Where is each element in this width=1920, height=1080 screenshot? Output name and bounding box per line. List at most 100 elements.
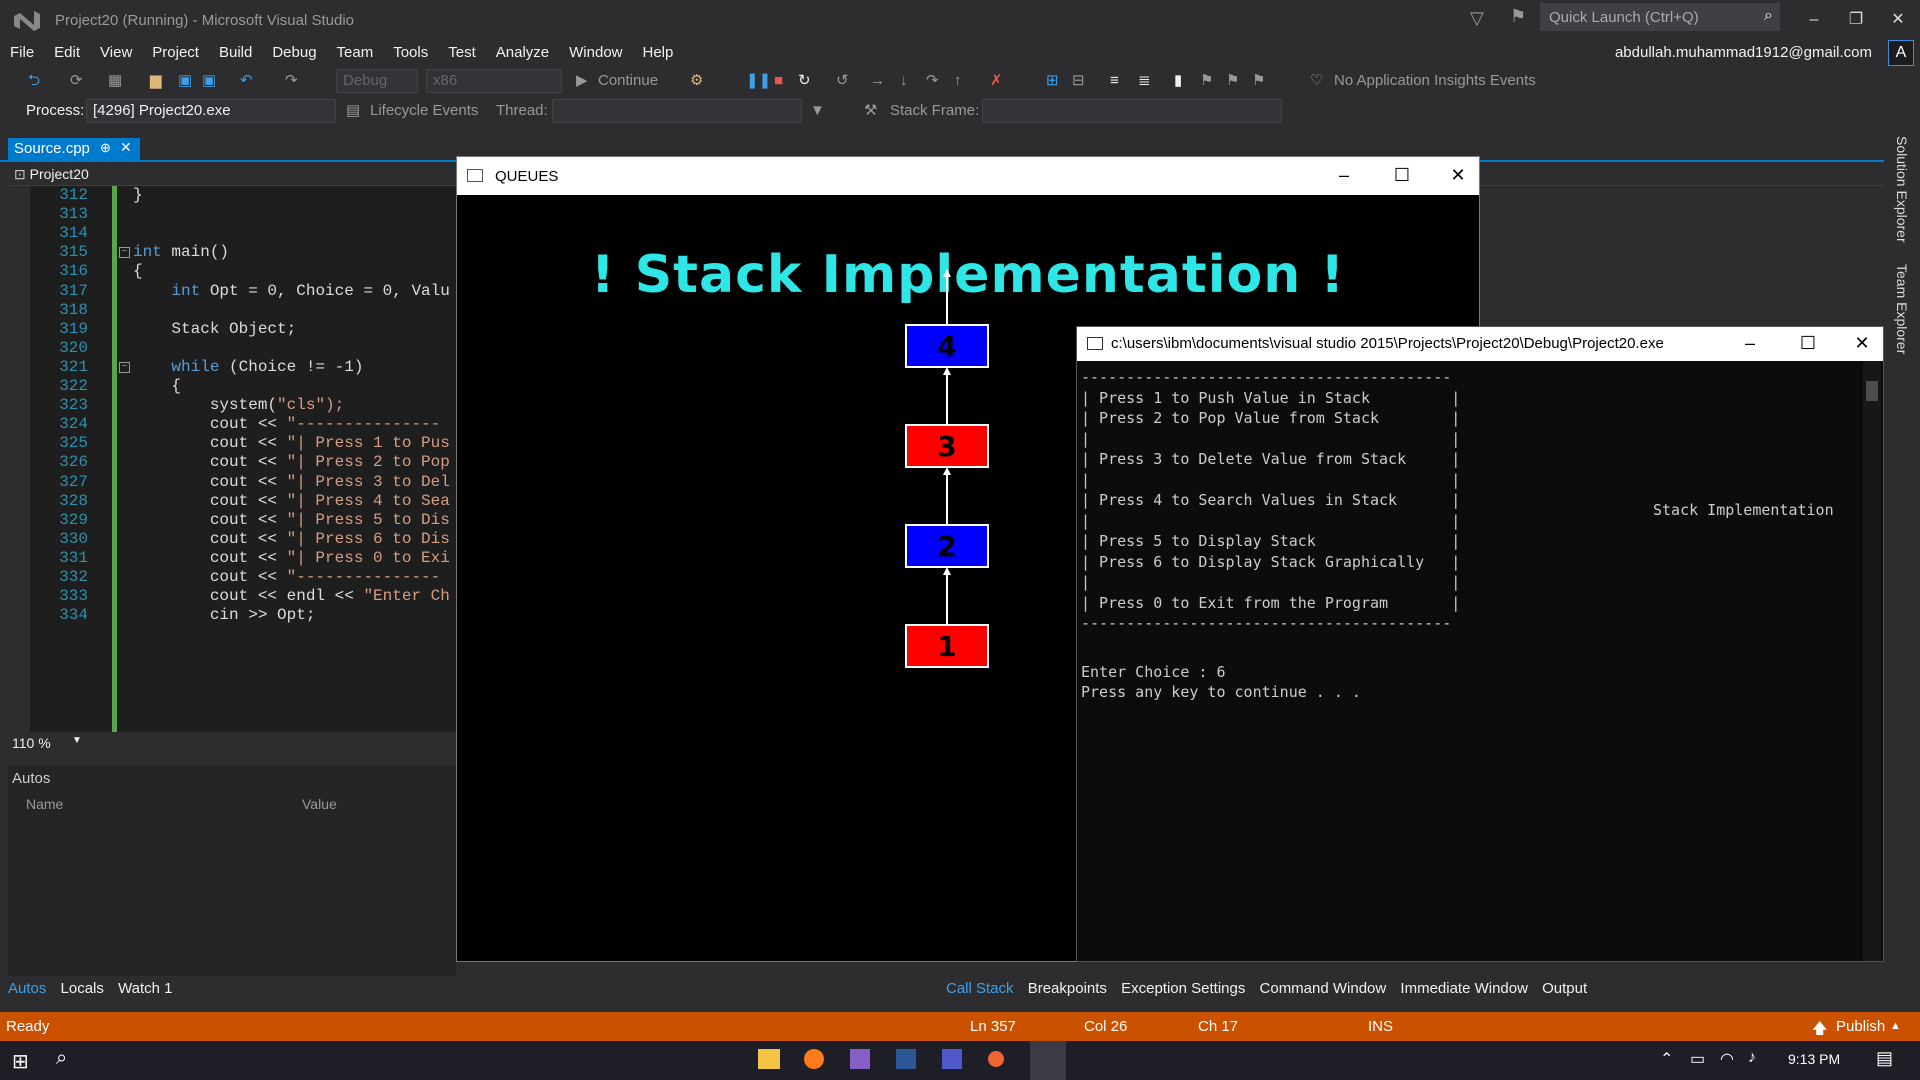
tab-command-window[interactable]: Command Window [1260,980,1387,997]
show-next-statement-icon[interactable]: ↺ [836,68,849,94]
menu-debug[interactable]: Debug [262,42,326,64]
uncomment-icon[interactable]: ≣ [1138,68,1151,94]
zoom-dropdown-icon[interactable]: ▼ [72,735,82,746]
app-icon[interactable] [988,1051,1004,1067]
save-all-icon[interactable]: ▣ [202,68,216,94]
attach-icon[interactable]: ⚙ [690,68,703,94]
value-column-header[interactable]: Value [302,796,337,812]
wifi-icon[interactable]: ◠ [1720,1049,1734,1069]
search-icon[interactable]: ⌕ [56,1047,67,1070]
console-maximize-button[interactable]: ☐ [1785,333,1831,357]
configuration-dropdown[interactable]: Debug [336,69,418,93]
threads-icon[interactable]: ⊟ [1072,68,1085,94]
stop-icon[interactable]: ■ [774,68,783,94]
forward-icon[interactable]: ⟳ [70,68,83,94]
redo-icon[interactable]: ↷ [285,68,298,94]
stack-frame-dropdown[interactable] [982,99,1282,123]
team-explorer-tab[interactable]: Team Explorer [1894,264,1910,354]
word-icon[interactable] [896,1049,916,1069]
active-app-icon[interactable] [1030,1041,1066,1080]
queues-close-button[interactable]: ✕ [1435,165,1481,189]
collapse-outline-icon[interactable]: − [119,247,130,259]
step-out-icon[interactable]: ↷ [926,68,939,94]
lifecycle-events-dropdown[interactable]: Lifecycle Events [370,98,478,124]
save-icon[interactable]: ▣ [178,68,192,94]
hex-display-icon[interactable]: ⊞ [1046,68,1059,94]
zoom-level[interactable]: 110 % [12,735,51,751]
console-title-bar[interactable]: c:\users\ibm\documents\visual studio 201… [1077,327,1883,361]
tab-breakpoints[interactable]: Breakpoints [1028,980,1107,997]
publish-button[interactable]: Publish [1836,1018,1885,1035]
scrollbar-thumb[interactable] [1866,381,1878,401]
comment-icon[interactable]: ≡ [1110,68,1119,94]
windows-start-icon[interactable]: ⊞ [12,1049,29,1074]
code-editor[interactable]: 312} 313 314 315 int main() 316 {317 int Opt =… [8,186,456,732]
close-button[interactable]: ✕ [1878,6,1918,34]
console-minimize-button[interactable]: – [1727,333,1773,357]
publish-caret-icon[interactable]: ▲ [1890,1020,1901,1032]
file-explorer-icon[interactable] [758,1049,780,1069]
queues-title-bar[interactable]: QUEUES – ☐ ✕ [457,157,1479,195]
tab-source-cpp[interactable]: Source.cpp ⊕ ✕ [8,138,140,160]
tab-immediate-window[interactable]: Immediate Window [1400,980,1528,997]
clear-bookmarks-icon[interactable]: ⚑ [1252,68,1265,94]
menu-build[interactable]: Build [209,42,262,64]
firefox-icon[interactable] [804,1049,824,1069]
back-icon[interactable]: ⮌ [28,68,40,94]
bookmark-icon[interactable]: ▮ [1174,68,1182,94]
menu-help[interactable]: Help [633,42,684,64]
menu-test[interactable]: Test [438,42,486,64]
pin-icon[interactable]: ⊕ [100,140,111,156]
solution-explorer-tab[interactable]: Solution Explorer [1894,136,1910,243]
open-file-icon[interactable]: ▆ [150,68,162,94]
console-close-button[interactable]: ✕ [1839,333,1885,357]
action-center-icon[interactable]: ▤ [1876,1048,1893,1069]
avatar[interactable]: A [1888,40,1914,66]
menu-edit[interactable]: Edit [44,42,90,64]
teams-icon[interactable] [942,1049,962,1069]
step-up-icon[interactable]: ↑ [954,68,962,94]
volume-icon[interactable]: ♪ [1748,1049,1756,1067]
menu-tools[interactable]: Tools [383,42,438,64]
tab-output[interactable]: Output [1542,980,1587,997]
undo-icon[interactable]: ↶ [240,68,253,94]
tab-watch-1[interactable]: Watch 1 [118,980,172,997]
console-window[interactable]: c:\users\ibm\documents\visual studio 201… [1076,326,1884,962]
clock[interactable]: 9:13 PM [1788,1051,1840,1067]
name-column-header[interactable]: Name [26,796,63,812]
close-tab-icon[interactable]: ✕ [120,139,132,156]
queues-maximize-button[interactable]: ☐ [1379,165,1425,189]
prev-bookmark-icon[interactable]: ⚑ [1200,68,1213,94]
visual-studio-taskbar-icon[interactable] [850,1049,870,1069]
quick-launch-input[interactable]: Quick Launch (Ctrl+Q) ⌕ [1540,3,1780,31]
menu-view[interactable]: View [90,42,142,64]
tab-autos[interactable]: Autos [8,980,46,997]
tab-call-stack[interactable]: Call Stack [946,980,1014,997]
tab-exception-settings[interactable]: Exception Settings [1121,980,1245,997]
step-into-icon[interactable]: → [870,68,885,94]
menu-analyze[interactable]: Analyze [486,42,559,64]
console-scrollbar[interactable] [1863,361,1881,961]
queues-minimize-button[interactable]: – [1321,165,1367,189]
menu-team[interactable]: Team [327,42,384,64]
menu-file[interactable]: File [0,42,44,64]
new-project-icon[interactable]: ▦ [108,68,122,94]
minimize-button[interactable]: – [1794,6,1834,34]
chevron-up-icon[interactable]: ⌃ [1660,1049,1673,1069]
battery-icon[interactable]: ▭ [1690,1049,1705,1069]
insights-dropdown[interactable]: No Application Insights Events [1334,68,1536,94]
process-dropdown[interactable]: [4296] Project20.exe [86,99,336,123]
flag-thread-icon[interactable]: ▼ [810,98,825,124]
pause-icon[interactable]: ❚❚ [746,68,771,94]
menu-project[interactable]: Project [142,42,209,64]
restart-icon[interactable]: ↻ [798,68,811,94]
restore-button[interactable]: ❐ [1836,6,1876,34]
platform-dropdown[interactable]: x86 [426,69,562,93]
continue-button[interactable]: Continue [598,68,658,94]
thread-dropdown[interactable] [552,99,802,123]
next-bookmark-icon[interactable]: ⚑ [1226,68,1239,94]
account-name[interactable]: abdullah.muhammad1912@gmail.com [1615,44,1872,61]
tab-locals[interactable]: Locals [61,980,104,997]
collapse-outline-icon[interactable]: − [119,361,130,373]
notifications-icon[interactable]: ⚑ [1510,6,1526,27]
